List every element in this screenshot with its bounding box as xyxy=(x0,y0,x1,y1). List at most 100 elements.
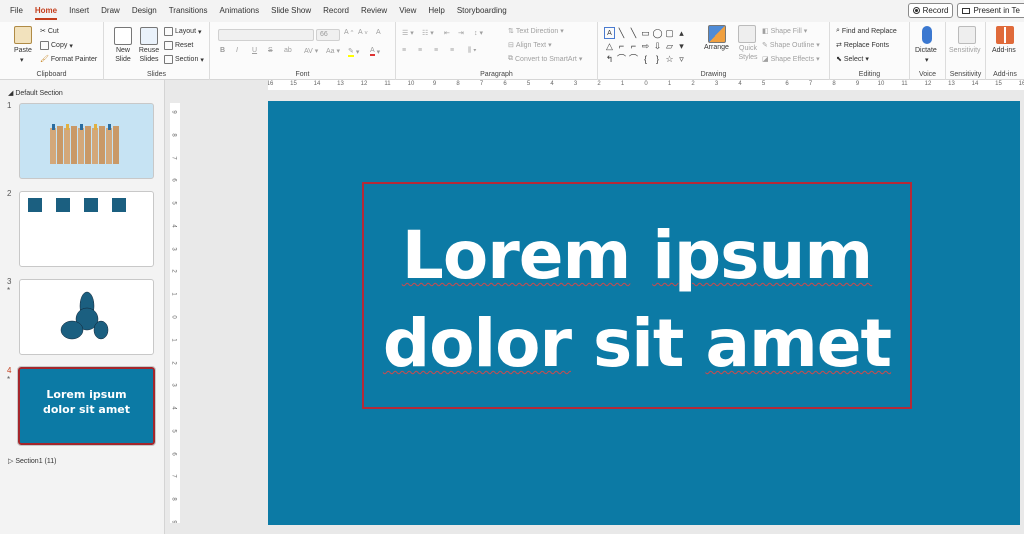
paste-dropdown[interactable]: ▾ xyxy=(20,56,24,64)
rectangle-shape-icon[interactable]: ▭ xyxy=(640,27,651,39)
slide-number: 2 xyxy=(7,189,12,198)
dictate-button[interactable]: Dictate xyxy=(915,47,937,54)
font-name-field[interactable] xyxy=(218,29,314,41)
slide-thumbnail-1[interactable] xyxy=(19,103,154,179)
shape-outline-button[interactable]: ✎ Shape Outline ▾ xyxy=(762,41,820,50)
triangle-shape-icon[interactable]: △ xyxy=(604,40,615,52)
title-textbox[interactable]: Lorem ipsum dolor sit amet xyxy=(362,182,912,409)
rounded-rect-shape-icon[interactable]: ▢ xyxy=(664,27,675,39)
tab-file[interactable]: File xyxy=(0,0,29,22)
line-shape-icon[interactable]: ╲ xyxy=(628,27,639,39)
tab-animations[interactable]: Animations xyxy=(214,0,266,22)
slide-canvas[interactable]: Lorem ipsum dolor sit amet xyxy=(268,101,1020,525)
align-left-button[interactable]: ≡ xyxy=(402,47,406,54)
strikethrough-button[interactable]: S xyxy=(268,47,273,54)
chevron-down-icon[interactable]: ▾ xyxy=(676,40,687,52)
curve-shape-icon[interactable]: ↰ xyxy=(604,53,615,65)
editing-group-label: Editing xyxy=(858,71,881,78)
replace-fonts-button[interactable]: ⇄ Replace Fonts xyxy=(836,41,889,50)
title-word: Lorem xyxy=(401,217,631,294)
find-replace-button[interactable]: ⌕ Find and Replace xyxy=(836,27,897,35)
tab-review[interactable]: Review xyxy=(355,0,393,22)
line-shape-icon[interactable]: ╲ xyxy=(616,27,627,39)
section-button[interactable]: Section ▾ xyxy=(164,55,204,64)
new-slide-button[interactable]: New Slide xyxy=(112,46,134,64)
brace-shape-icon[interactable]: { xyxy=(640,53,651,65)
horizontal-ruler: 16 15 14 13 12 11 10 9 8 7 6 5 4 3 2 1 0 1 2 3 4 5 6 7 8 9 10 11 12 1… xyxy=(268,80,1024,90)
tab-home[interactable]: Home xyxy=(29,0,63,22)
change-case-button[interactable]: Aa ▾ xyxy=(326,47,340,55)
layout-button[interactable]: Layout ▾ xyxy=(164,27,202,36)
arrow-shape-icon[interactable]: ⇨ xyxy=(640,40,651,52)
bullets-button[interactable]: ☰ ▾ xyxy=(402,29,414,37)
shape-fill-button[interactable]: ◧ Shape Fill ▾ xyxy=(762,27,807,36)
arrange-button[interactable]: Arrange xyxy=(704,44,729,51)
curve-shape-icon[interactable]: ⌒ xyxy=(628,53,639,65)
justify-button[interactable]: ≡ xyxy=(450,47,454,54)
shadow-button[interactable]: ab xyxy=(284,47,292,54)
star-shape-icon[interactable]: ☆ xyxy=(664,53,675,65)
tab-insert[interactable]: Insert xyxy=(63,0,95,22)
tab-help[interactable]: Help xyxy=(422,0,450,22)
callout-shape-icon[interactable]: ▱ xyxy=(664,40,675,52)
italic-button[interactable]: I xyxy=(236,47,238,54)
default-section-header[interactable]: ◢ Default Section xyxy=(8,89,63,97)
sensitivity-button[interactable]: Sensitivity xyxy=(949,47,981,54)
decrease-indent-button[interactable]: ⇤ xyxy=(444,29,450,37)
underline-button[interactable]: U xyxy=(252,47,257,54)
cut-button[interactable]: ✂ Cut xyxy=(40,27,59,36)
columns-button[interactable]: ⫼ ▾ xyxy=(468,47,477,55)
bold-button[interactable]: B xyxy=(220,47,225,54)
oval-shape-icon[interactable]: ◯ xyxy=(652,27,663,39)
increase-font-size-button[interactable]: A ^ xyxy=(344,29,353,36)
textbox-shape-icon[interactable]: A xyxy=(604,27,615,39)
record-button[interactable]: Record xyxy=(907,3,954,18)
highlight-button[interactable]: ✎ ▾ xyxy=(348,47,359,57)
curve-shape-icon[interactable]: ⌒ xyxy=(616,53,627,65)
tab-draw[interactable]: Draw xyxy=(95,0,126,22)
slide-thumbnail-4[interactable]: Lorem ipsum dolor sit amet xyxy=(17,366,156,446)
arrow-shape-icon[interactable]: ⇩ xyxy=(652,40,663,52)
align-text-button[interactable]: ⊟ Align Text ▾ xyxy=(508,41,552,50)
tab-storyboarding[interactable]: Storyboarding xyxy=(451,0,513,22)
reset-button[interactable]: Reset xyxy=(164,41,193,50)
dictate-dropdown[interactable]: ▾ xyxy=(925,56,929,64)
reuse-slides-button[interactable]: Reuse Slides xyxy=(137,46,161,64)
slide-thumbnail-3[interactable] xyxy=(19,279,154,355)
select-button[interactable]: ⬉ Select ▾ xyxy=(836,55,869,64)
tab-record[interactable]: Record xyxy=(317,0,355,22)
increase-indent-button[interactable]: ⇥ xyxy=(458,29,464,37)
present-button[interactable]: Present in Te xyxy=(957,3,1024,18)
text-direction-button[interactable]: ⇅ Text Direction ▾ xyxy=(508,27,564,36)
clear-formatting-button[interactable]: A xyxy=(376,29,381,36)
line-spacing-button[interactable]: ↕ ▾ xyxy=(474,29,483,37)
chevron-up-icon[interactable]: ▴ xyxy=(676,27,687,39)
connector-shape-icon[interactable]: ⌐ xyxy=(616,40,627,52)
decrease-font-size-button[interactable]: Av xyxy=(358,29,368,36)
more-shapes-icon[interactable]: ▿ xyxy=(676,53,687,65)
paste-button[interactable]: Paste xyxy=(14,47,32,54)
tab-slide-show[interactable]: Slide Show xyxy=(265,0,317,22)
slide-title[interactable]: Lorem ipsum dolor sit amet xyxy=(364,212,910,388)
addins-button[interactable]: Add-ins xyxy=(992,47,1016,54)
tab-design[interactable]: Design xyxy=(126,0,163,22)
font-size-field[interactable]: 66 xyxy=(316,29,340,41)
align-right-button[interactable]: ≡ xyxy=(434,47,438,54)
convert-smartart-button[interactable]: ⧉ Convert to SmartArt ▾ xyxy=(508,55,582,63)
font-color-button[interactable]: A ▾ xyxy=(370,47,380,56)
slide-thumbnail-2[interactable] xyxy=(19,191,154,267)
copy-label: Copy xyxy=(51,42,68,49)
shape-effects-button[interactable]: ◪ Shape Effects ▾ xyxy=(762,55,820,64)
tab-view[interactable]: View xyxy=(393,0,422,22)
copy-button[interactable]: Copy ▾ xyxy=(40,41,73,50)
align-center-button[interactable]: ≡ xyxy=(418,47,422,54)
connector-shape-icon[interactable]: ⌐ xyxy=(628,40,639,52)
character-spacing-button[interactable]: AV ▾ xyxy=(304,47,318,55)
brace-shape-icon[interactable]: } xyxy=(652,53,663,65)
shapes-gallery[interactable]: A ╲ ╲ ▭ ◯ ▢ ▴ △ ⌐ ⌐ ⇨ ⇩ ▱ ▾ ↰ ⌒ ⌒ { } ☆ … xyxy=(604,27,686,67)
section1-header[interactable]: ▷ Section1 (11) xyxy=(8,457,56,465)
format-painter-button[interactable]: 🖌 Format Painter xyxy=(40,55,97,64)
tab-transitions[interactable]: Transitions xyxy=(163,0,214,22)
quick-styles-button[interactable]: Quick Styles xyxy=(736,44,760,62)
numbering-button[interactable]: ☷ ▾ xyxy=(422,29,434,37)
